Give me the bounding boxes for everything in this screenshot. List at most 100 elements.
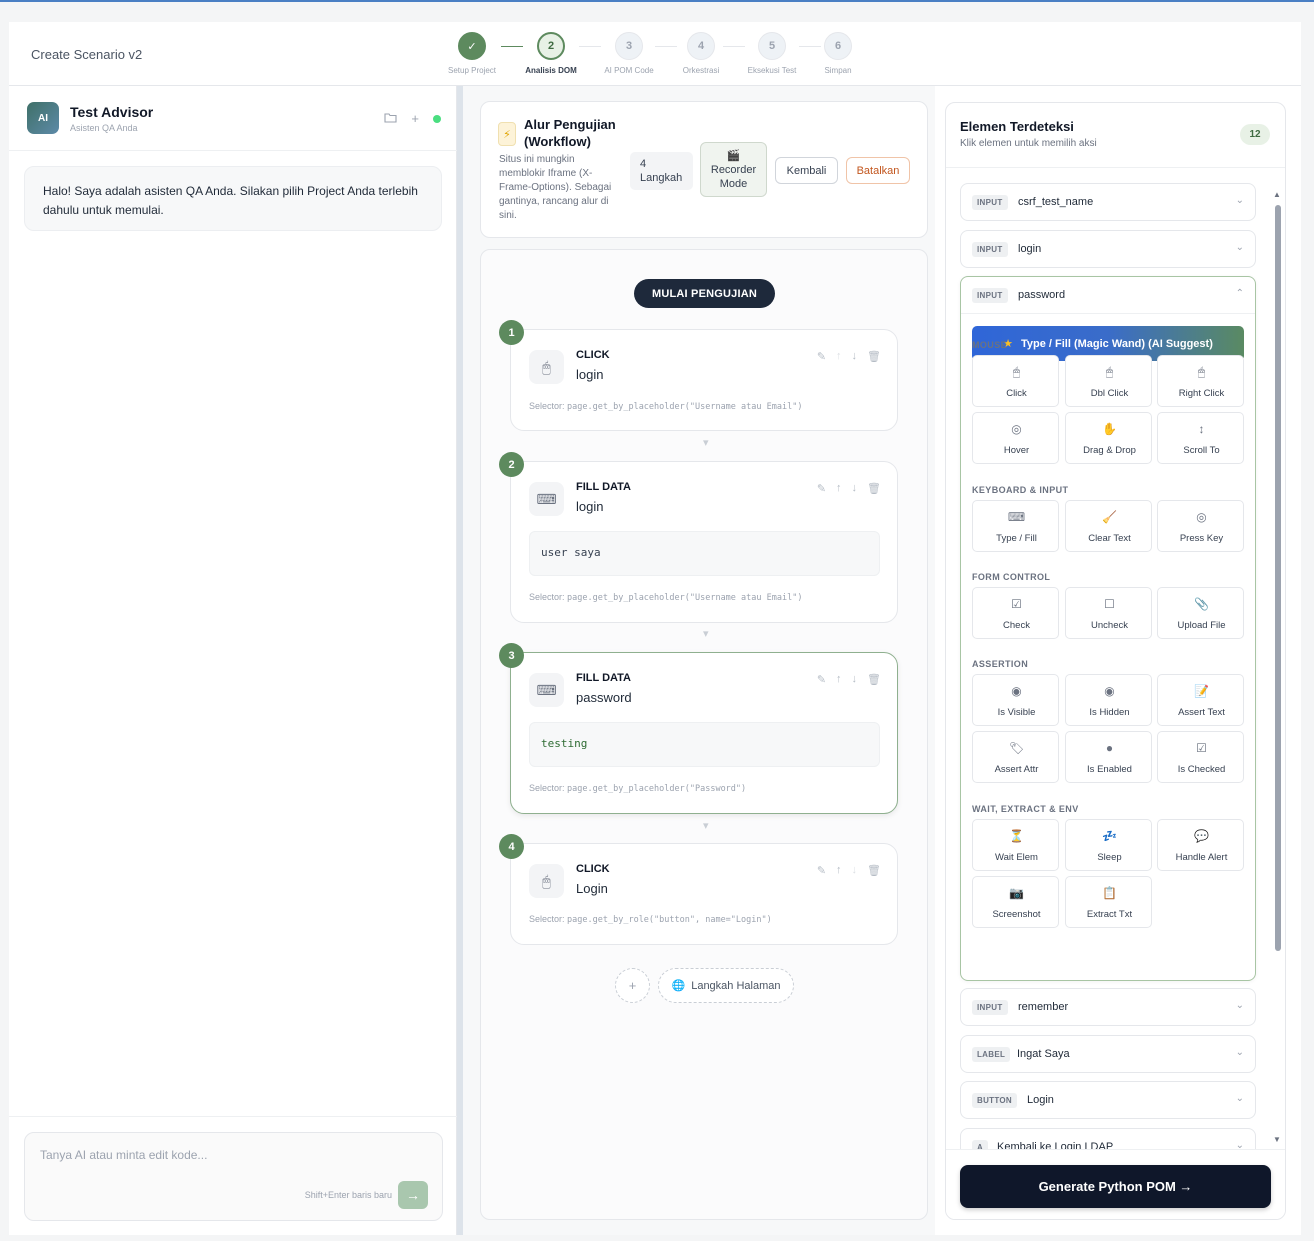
workflow-step-card[interactable]: 1 🖱 CLICK login ✎ ↑ ↓ 🗑 Selector: page.g… — [499, 320, 898, 431]
action-button-assert-attr[interactable]: 🏷 Assert Attr — [972, 731, 1059, 783]
element-name: login — [1018, 243, 1042, 255]
element-name: password — [1018, 289, 1066, 301]
action-button-clear-text[interactable]: 🧹 Clear Text — [1065, 500, 1152, 552]
element-item[interactable]: A Kembali ke Login LDAP ⌄ — [960, 1128, 1256, 1149]
stepper-step-3[interactable]: 3 AI POM Code — [589, 32, 669, 75]
action-button-press-key[interactable]: ◎ Press Key — [1157, 500, 1244, 552]
generate-python-pom-button[interactable]: Generate Python POM → — [960, 1165, 1271, 1208]
element-name: csrf_test_name — [1018, 196, 1094, 208]
workflow-step-card[interactable]: 2 ⌨ FILL DATA login ✎ ↑ ↓ 🗑 user saya Se… — [499, 452, 898, 623]
trash-icon[interactable]: 🗑 — [867, 864, 881, 877]
move-up-icon[interactable]: ↑ — [836, 673, 842, 686]
action-label: Uncheck — [1091, 620, 1128, 631]
action-button-upload-file[interactable]: 📎 Upload File — [1157, 587, 1244, 639]
action-icon: ☐ — [1104, 597, 1115, 611]
move-down-icon[interactable]: ↓ — [852, 482, 858, 495]
workflow-step-card-selected[interactable]: 3 ⌨ FILL DATA password ✎ ↑ ↓ 🗑 testing S… — [499, 643, 898, 814]
trash-icon[interactable]: 🗑 — [867, 673, 881, 686]
action-button-click[interactable]: 🖱 Click — [972, 355, 1059, 407]
selector-prefix: Selector: — [529, 401, 565, 411]
trash-icon[interactable]: 🗑 — [867, 482, 881, 495]
scroll-up-arrow[interactable]: ▲ — [1273, 190, 1281, 199]
cancel-button[interactable]: Batalkan — [846, 157, 910, 184]
stepper-step-4[interactable]: 4 Orkestrasi — [661, 32, 741, 75]
add-step-button[interactable]: + — [615, 968, 650, 1003]
back-button[interactable]: Kembali — [775, 157, 838, 184]
element-item[interactable]: INPUT login ⌄ — [960, 230, 1256, 268]
step-value-input[interactable]: user saya — [529, 531, 880, 576]
action-label: Drag & Drop — [1083, 445, 1136, 456]
action-button-handle-alert[interactable]: 💬 Handle Alert — [1157, 819, 1244, 871]
step-number-badge: 3 — [499, 643, 524, 668]
action-button-screenshot[interactable]: 📷 Screenshot — [972, 876, 1059, 928]
action-button-is-visible[interactable]: ◉ Is Visible — [972, 674, 1059, 726]
action-icon: 💬 — [1194, 829, 1209, 843]
step-value-input[interactable]: testing — [529, 722, 880, 767]
action-button-right-click[interactable]: 🖱 Right Click — [1157, 355, 1244, 407]
action-icon: ⏳ — [1009, 829, 1024, 843]
edit-icon[interactable]: ✎ — [817, 350, 826, 363]
edit-icon[interactable]: ✎ — [817, 673, 826, 686]
element-item[interactable]: INPUT remember ⌄ — [960, 988, 1256, 1026]
start-testing-pill: MULAI PENGUJIAN — [634, 279, 775, 308]
element-item[interactable]: INPUT csrf_test_name ⌄ — [960, 183, 1256, 221]
edit-icon[interactable]: ✎ — [817, 482, 826, 495]
scroll-down-arrow[interactable]: ▼ — [1273, 1135, 1281, 1144]
element-item[interactable]: BUTTON Login ⌄ — [960, 1081, 1256, 1119]
action-button-is-enabled[interactable]: ● Is Enabled — [1065, 731, 1152, 783]
chat-input-hint: Shift+Enter baris baru — [304, 1190, 392, 1200]
recorder-mode-button[interactable]: 🎬 Recorder Mode — [700, 142, 767, 197]
stepper-step-2[interactable]: 2 Analisis DOM — [511, 32, 591, 75]
divider — [9, 1116, 457, 1117]
action-button-wait-elem[interactable]: ⏳ Wait Elem — [972, 819, 1059, 871]
chat-input[interactable]: Tanya AI atau minta edit kode... Shift+E… — [24, 1132, 443, 1221]
action-button-assert-text[interactable]: 📝 Assert Text — [1157, 674, 1244, 726]
action-button-drag-drop[interactable]: ✋ Drag & Drop — [1065, 412, 1152, 464]
element-name: Login — [1027, 1094, 1054, 1106]
stepper-step-6[interactable]: 6 Simpan — [798, 32, 878, 75]
action-button-scroll-to[interactable]: ↕ Scroll To — [1157, 412, 1244, 464]
action-button-sleep[interactable]: 💤 Sleep — [1065, 819, 1152, 871]
move-up-icon[interactable]: ↑ — [836, 864, 842, 877]
workflow-step-card[interactable]: 4 🖱 CLICK Login ✎ ↑ ↓ 🗑 Selector: page.g… — [499, 834, 898, 945]
stepper-step-1[interactable]: ✓ Setup Project — [432, 32, 512, 75]
trash-icon[interactable]: 🗑 — [867, 350, 881, 363]
action-button-is-checked[interactable]: ☑ Is Checked — [1157, 731, 1244, 783]
action-button-check[interactable]: ☑ Check — [972, 587, 1059, 639]
scrollbar-thumb[interactable] — [1275, 205, 1281, 951]
action-button-hover[interactable]: ◎ Hover — [972, 412, 1059, 464]
online-status-dot — [433, 114, 441, 123]
move-down-icon[interactable]: ↓ — [852, 673, 858, 686]
plus-icon[interactable]: + — [411, 111, 419, 126]
edit-icon[interactable]: ✎ — [817, 864, 826, 877]
element-item[interactable]: LABEL Ingat Saya ⌄ — [960, 1035, 1256, 1073]
send-button[interactable]: → — [398, 1181, 428, 1209]
clapperboard-icon: 🎬 — [726, 149, 741, 162]
add-page-step-label: Langkah Halaman — [691, 979, 781, 992]
element-tag: INPUT — [972, 242, 1008, 257]
move-down-icon[interactable]: ↓ — [852, 864, 858, 877]
element-item-expanded: INPUT password ⌃ ★ Type / Fill (Magic Wa… — [960, 276, 1256, 981]
advisor-header-icons: + — [384, 111, 441, 126]
action-button-extract-txt[interactable]: 📋 Extract Txt — [1065, 876, 1152, 928]
element-item-header[interactable]: INPUT password ⌃ — [961, 277, 1255, 314]
move-down-icon[interactable]: ↓ — [852, 350, 858, 363]
action-icon: 💤 — [1102, 829, 1117, 843]
chevron-down-icon: ⌄ — [1235, 242, 1244, 253]
chevron-down-icon: ⌄ — [1235, 1000, 1244, 1011]
action-button-type-fill[interactable]: ⌨ Type / Fill — [972, 500, 1059, 552]
action-button-uncheck[interactable]: ☐ Uncheck — [1065, 587, 1152, 639]
move-up-icon[interactable]: ↑ — [836, 482, 842, 495]
add-page-step-button[interactable]: 🌐 Langkah Halaman — [658, 968, 794, 1003]
chevron-up-icon: ⌃ — [1235, 288, 1244, 299]
step-selector: Selector: page.get_by_placeholder("Passw… — [529, 783, 746, 794]
action-button-is-hidden[interactable]: ◉ Is Hidden — [1065, 674, 1152, 726]
action-button-dbl-click[interactable]: 🖱 Dbl Click — [1065, 355, 1152, 407]
move-up-icon[interactable]: ↑ — [836, 350, 842, 363]
action-icon: ◉ — [1011, 684, 1022, 698]
step-target-name: password — [576, 690, 632, 705]
step-action-type: FILL DATA — [576, 672, 631, 684]
folder-icon[interactable] — [384, 111, 397, 126]
step-number: 6 — [824, 32, 852, 60]
element-name: Ingat Saya — [1017, 1048, 1070, 1060]
